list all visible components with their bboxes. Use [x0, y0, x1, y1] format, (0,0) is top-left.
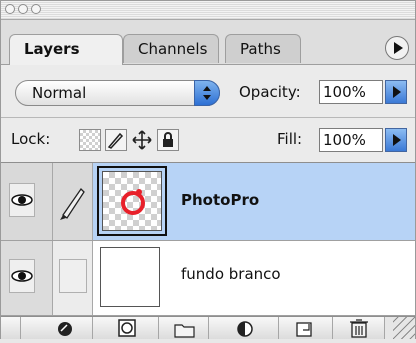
lock-position-icon[interactable]: [131, 129, 153, 151]
adjustment-layer-icon: [237, 321, 253, 337]
visibility-toggle[interactable]: [1, 241, 53, 315]
lock-fill-row: Lock: Fill: 100%: [1, 118, 415, 163]
layer-name: PhotoPro: [181, 191, 260, 209]
trash-icon: [350, 319, 368, 338]
visibility-slot: [9, 259, 35, 293]
blend-mode-select[interactable]: Normal: [15, 80, 220, 106]
brush-link-cell[interactable]: [53, 163, 93, 240]
fill-field[interactable]: 100%: [319, 128, 383, 152]
layer-thumbnail: [102, 171, 162, 231]
layer-style-icon: [58, 322, 72, 336]
delete-layer-button[interactable]: [333, 317, 385, 339]
opacity-label: Opacity:: [239, 83, 301, 101]
eye-icon: [11, 194, 33, 206]
layers-palette: Channels Paths Layers Normal Opacity: 10…: [0, 0, 416, 339]
red-circle-icon: [121, 189, 145, 215]
new-group-icon: [174, 324, 195, 338]
paintbrush-icon: [60, 187, 85, 220]
tab-paths[interactable]: Paths: [225, 34, 301, 63]
new-group-button[interactable]: [159, 317, 209, 339]
layer-name: fundo branco: [181, 265, 281, 283]
lock-all-icon[interactable]: [157, 129, 179, 151]
lock-transparent-pixels-icon[interactable]: [79, 129, 101, 151]
layer-mask-icon: [118, 319, 136, 337]
minimize-window-button[interactable]: [18, 4, 28, 14]
palette-menu-button[interactable]: [385, 36, 409, 60]
select-stepper-icon: [194, 80, 220, 106]
link-slot: [59, 259, 87, 293]
palette-titlebar[interactable]: [1, 1, 415, 20]
fill-label: Fill:: [277, 130, 303, 148]
visibility-toggle[interactable]: [1, 163, 53, 240]
eye-icon: [11, 270, 33, 282]
blend-mode-value: Normal: [32, 84, 87, 102]
visibility-slot: [9, 183, 35, 217]
bottom-spacer: [1, 317, 21, 339]
resize-grip[interactable]: [393, 317, 415, 339]
layer-thumbnail: [100, 247, 160, 307]
layer-thumbnail-frame: [97, 166, 167, 236]
adjustment-layer-button[interactable]: [209, 317, 279, 339]
fill-slider-button[interactable]: [385, 128, 407, 152]
link-cell[interactable]: [53, 241, 93, 315]
tab-channels[interactable]: Channels: [123, 34, 219, 63]
lock-image-pixels-icon[interactable]: [105, 129, 127, 151]
opacity-field[interactable]: 100%: [319, 80, 383, 104]
layer-row-fundo-branco[interactable]: fundo branco: [1, 241, 415, 316]
new-layer-button[interactable]: [279, 317, 333, 339]
tab-layers[interactable]: Layers: [9, 34, 123, 65]
zoom-window-button[interactable]: [31, 4, 41, 14]
close-window-button[interactable]: [5, 4, 15, 14]
layer-style-button[interactable]: [21, 317, 93, 339]
layer-thumbnail-frame: [97, 244, 167, 314]
blend-opacity-row: Normal Opacity: 100%: [1, 65, 415, 118]
layer-row-photopro[interactable]: PhotoPro: [1, 163, 415, 241]
layer-mask-button[interactable]: [93, 317, 159, 339]
opacity-slider-button[interactable]: [385, 80, 407, 104]
lock-label: Lock:: [11, 130, 51, 148]
new-layer-icon: [296, 322, 312, 337]
palette-tabs: Channels Paths Layers: [1, 20, 415, 65]
palette-bottom-bar: [1, 316, 415, 339]
